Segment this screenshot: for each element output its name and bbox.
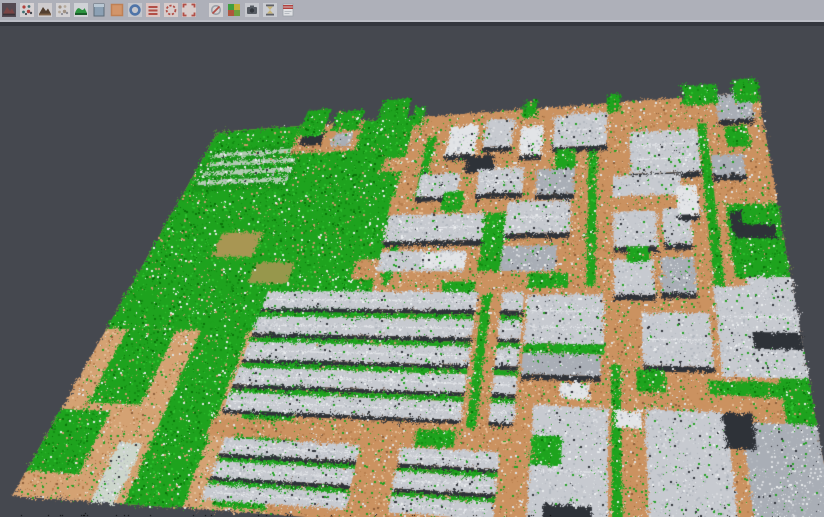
point-cloud-render [0,26,824,517]
sparse-cloud-icon[interactable] [56,3,70,17]
rectangle-selection-icon[interactable] [182,3,196,17]
mesh-model-icon[interactable] [38,3,52,17]
toolbar-group-separator [200,3,209,17]
3d-viewport[interactable] [0,26,824,517]
photos-panel-icon[interactable] [92,3,106,17]
main-toolbar [0,0,824,20]
orthomosaic-icon[interactable] [110,3,124,17]
navigation-cube-icon[interactable] [2,3,16,17]
hourglass-tool-icon[interactable] [263,3,277,17]
camera-icon[interactable] [245,3,259,17]
point-markers-icon[interactable] [20,3,34,17]
disabled-tool-icon[interactable] [209,3,223,17]
update-globe-icon[interactable] [128,3,142,17]
dem-terrain-icon[interactable] [74,3,88,17]
circle-selection-icon[interactable] [164,3,178,17]
attribute-table-icon[interactable] [146,3,160,17]
application-window [0,0,824,517]
flag-notes-icon[interactable] [281,3,295,17]
classification-colors-icon[interactable] [227,3,241,17]
